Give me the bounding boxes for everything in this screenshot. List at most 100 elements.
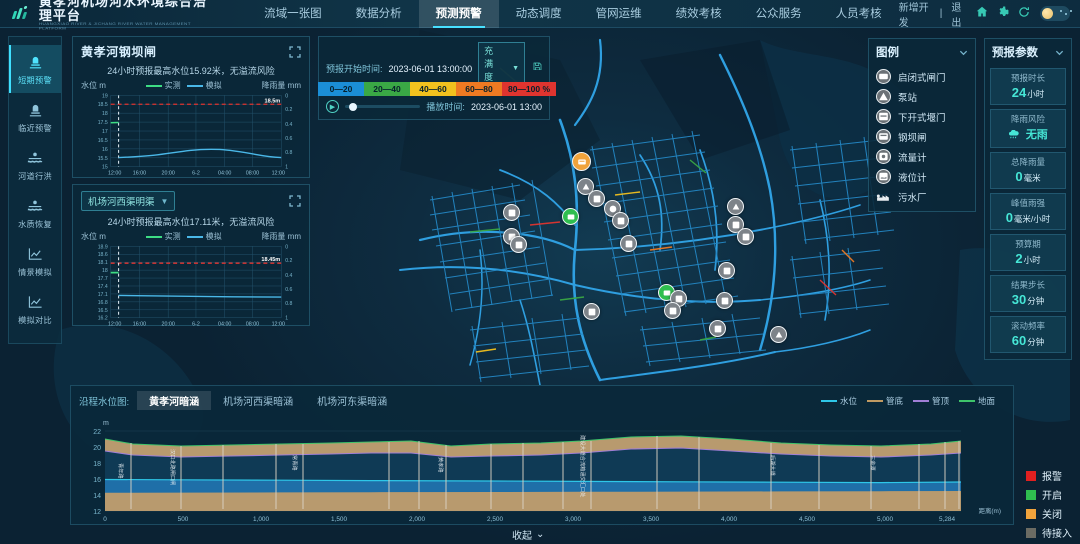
- svg-text:5,000: 5,000: [877, 516, 893, 523]
- p1-axis-left-unit: m: [99, 81, 106, 90]
- nav-item-dongtai[interactable]: 动态调度: [499, 0, 579, 28]
- water-quality-icon: [9, 198, 61, 214]
- param-label-3: 峰值雨强: [1010, 198, 1045, 208]
- map-marker-gate[interactable]: [588, 190, 605, 207]
- nav-item-jixiao[interactable]: 绩效考核: [659, 0, 739, 28]
- map-marker-pump-3[interactable]: [770, 326, 787, 343]
- svg-text:12:00: 12:00: [272, 322, 285, 328]
- status-swatch-1: [1026, 489, 1036, 500]
- map-marker-gate-4[interactable]: [612, 212, 629, 229]
- refresh-icon[interactable]: [1018, 6, 1030, 21]
- logout-link[interactable]: 退出: [951, 0, 967, 29]
- left-sidebar[interactable]: 短期预警 临近预警 河道行洪 水质恢复 情景模拟 模拟对比: [8, 36, 62, 344]
- map-marker-level-meter[interactable]: [503, 204, 520, 221]
- expand-icon[interactable]: [289, 45, 301, 58]
- svg-text:m: m: [103, 420, 109, 427]
- map-marker-gate-3[interactable]: [510, 236, 527, 253]
- nav-item-gongzhong[interactable]: 公众服务: [739, 0, 819, 28]
- play-time-label: 播放时间:: [426, 102, 465, 112]
- p1-legend-simulated: 模拟: [205, 81, 222, 90]
- steel-dam-icon: [876, 129, 891, 144]
- station-select[interactable]: 机场河西渠明渠 ▼: [81, 191, 176, 211]
- legend-item-flow-meter[interactable]: 流量计: [876, 149, 968, 164]
- svg-text:22: 22: [93, 429, 101, 436]
- p1-axis-left-label: 水位: [81, 81, 97, 90]
- brand-title-en: HUANGXIAO RIVER & JICHANG RIVER WATER MA…: [38, 21, 191, 31]
- svg-text:16.8: 16.8: [98, 300, 108, 306]
- time-slider[interactable]: [345, 102, 421, 111]
- chart-line-icon: [9, 294, 61, 310]
- legend-item-weir-gate[interactable]: 下开式堰门: [876, 109, 968, 124]
- save-icon[interactable]: [533, 62, 542, 76]
- slider-knob[interactable]: [349, 102, 357, 111]
- map-marker-open-gate[interactable]: [562, 208, 579, 225]
- map-marker-gate-5[interactable]: [620, 235, 637, 252]
- tab-jichanghe-dong[interactable]: 机场河东渠暗涵: [305, 391, 399, 410]
- expand-icon[interactable]: [289, 195, 301, 207]
- svg-text:18.1: 18.1: [98, 260, 108, 266]
- svg-text:14: 14: [93, 493, 101, 500]
- avatar[interactable]: [1039, 6, 1072, 21]
- svg-text:16.5: 16.5: [98, 308, 108, 314]
- chevron-down-icon[interactable]: [959, 48, 968, 57]
- svg-text:16: 16: [93, 477, 101, 484]
- profile-legend-2: 管顶: [931, 395, 949, 406]
- param-label-5: 结果步长: [1010, 280, 1045, 290]
- profile-tabs[interactable]: 沿程水位图: 黄孝河暗涵 机场河西渠暗涵 机场河东渠暗涵 水位 管底 管顶 地面: [71, 386, 1013, 413]
- nav-item-renyuan[interactable]: 人员考核: [819, 0, 899, 28]
- sidebar-item-duanqi-yujing[interactable]: 短期预警: [9, 45, 61, 93]
- legend-label-6: 污水厂: [898, 192, 927, 204]
- svg-text:17.5: 17.5: [98, 120, 108, 126]
- home-icon[interactable]: [976, 6, 988, 21]
- sidebar-item-hedao-xinghong[interactable]: 河道行洪: [9, 141, 61, 189]
- map-marker-pump-2[interactable]: [727, 198, 744, 215]
- gear-icon[interactable]: [997, 6, 1010, 21]
- sidebar-item-shuizhi-huifu[interactable]: 水质恢复: [9, 189, 61, 237]
- legend-item-pump-station[interactable]: 泵站: [876, 89, 968, 104]
- svg-text:18: 18: [102, 111, 108, 117]
- nav-item-liuyu[interactable]: 流域一张图: [247, 0, 339, 28]
- svg-text:04:00: 04:00: [218, 171, 231, 177]
- svg-text:18.9: 18.9: [98, 244, 108, 250]
- sidebar-item-qingjing-moni[interactable]: 情景模拟: [9, 237, 61, 285]
- status-legend: 报警 开启 关闭 待接入: [1026, 464, 1072, 540]
- nav-item-yuce[interactable]: 预测预警: [418, 0, 499, 28]
- ctrl-row-play: ▶ 播放时间: 2023-06-01 13:00: [326, 100, 542, 113]
- chevron-down-icon[interactable]: [1055, 48, 1064, 57]
- new-dev-link[interactable]: 新增开发: [899, 0, 931, 29]
- param-card-budget-period: 预算期 2小时: [990, 234, 1066, 271]
- tab-jichanghe-xi[interactable]: 机场河西渠暗涵: [211, 391, 305, 410]
- legend-item-level-meter[interactable]: 液位计: [876, 169, 968, 184]
- svg-text:12:00: 12:00: [108, 171, 121, 177]
- sidebar-item-linjin-yujing[interactable]: 临近预警: [9, 93, 61, 141]
- flow-meter-icon: [876, 149, 891, 164]
- nav-item-shuju[interactable]: 数据分析: [339, 0, 419, 28]
- legend-item-gate-valve[interactable]: 启闭式闸门: [876, 69, 968, 84]
- fill-ratio-scale: 0—20 20—40 40—60 60—80 80—100 %: [318, 82, 556, 96]
- status-label-1: 开启: [1042, 491, 1062, 502]
- map-marker-gate-13[interactable]: [583, 303, 600, 320]
- map-marker-steel-dam[interactable]: [572, 152, 591, 171]
- collapse-button[interactable]: 收起 ⌄: [512, 527, 544, 542]
- main-nav[interactable]: 流域一张图 数据分析 预测预警 动态调度 管网运维 绩效考核 公众服务 人员考核: [247, 0, 899, 28]
- map-marker-gate-8[interactable]: [718, 262, 735, 279]
- param-value-0: 24: [1011, 85, 1027, 100]
- play-icon[interactable]: ▶: [326, 100, 339, 113]
- svg-text:三金潭: 三金潭: [869, 455, 877, 471]
- collapse-label: 收起: [512, 531, 532, 542]
- legend-item-sewage-plant[interactable]: 污水厂: [876, 189, 968, 204]
- water-level-panel-1: 黄孝河钢坝闸 24小时预报最高水位15.92米，无溢流风险 水位 m 实测 模拟…: [72, 36, 310, 178]
- param-label-6: 滚动频率: [1010, 321, 1045, 331]
- cloud-rain-icon: [1008, 128, 1019, 143]
- p2-axis-right-label: 降雨量: [261, 232, 286, 241]
- legend-item-steel-dam[interactable]: 钢坝闸: [876, 129, 968, 144]
- sidebar-item-moni-duibi[interactable]: 模拟对比: [9, 285, 61, 333]
- map-marker-gate-7[interactable]: [737, 228, 754, 245]
- param-card-peak-intensity: 峰值雨强 0毫米/小时: [990, 193, 1066, 230]
- map-marker-gate-11[interactable]: [716, 292, 733, 309]
- panel-1-subtitle: 24小时预报最高水位15.92米，无溢流风险: [107, 66, 275, 76]
- tab-huangxiaohe[interactable]: 黄孝河暗涵: [137, 391, 212, 410]
- nav-item-guanwang[interactable]: 管网运维: [579, 0, 659, 28]
- map-marker-gate-12[interactable]: [709, 320, 726, 337]
- map-marker-gate-10[interactable]: [664, 302, 681, 319]
